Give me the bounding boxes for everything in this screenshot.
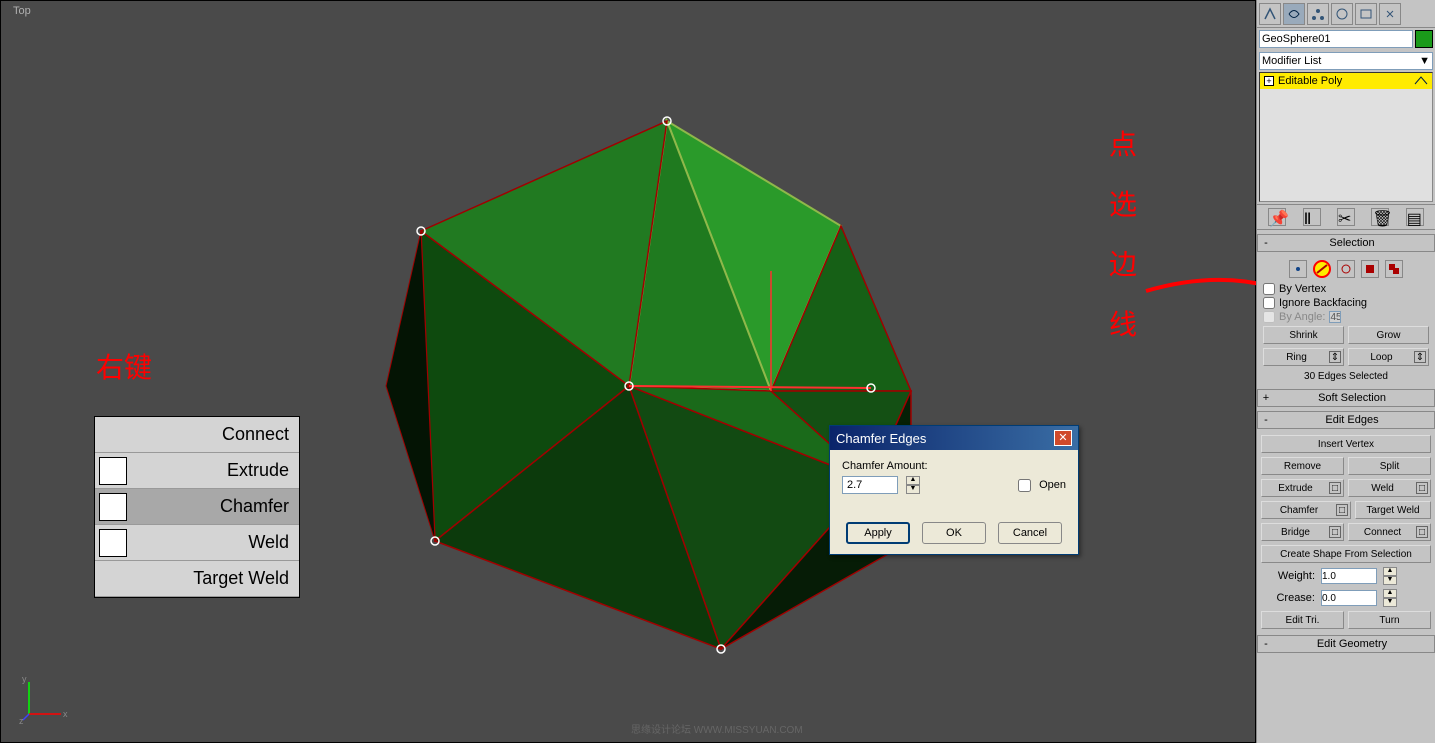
create-shape-button[interactable]: Create Shape From Selection xyxy=(1261,545,1431,563)
loop-button[interactable]: Loop⇕ xyxy=(1348,348,1429,366)
display-tab-icon[interactable] xyxy=(1355,3,1377,25)
chamfer-button[interactable]: Chamfer□ xyxy=(1261,501,1351,519)
svg-text:x: x xyxy=(63,709,68,719)
edge-subobj-icon xyxy=(1414,76,1428,86)
pin-stack-icon[interactable]: 📌 xyxy=(1268,208,1286,226)
modify-tab-icon[interactable] xyxy=(1283,3,1305,25)
stack-toolbar: 📌 Ⅱ ✂ 🗑 ▤ xyxy=(1257,204,1435,230)
annotation-right-click: 右键 xyxy=(96,346,152,386)
modifier-list-dropdown[interactable]: Modifier List▼ xyxy=(1259,52,1433,70)
open-label: Open xyxy=(1039,479,1066,491)
chamfer-amount-input[interactable] xyxy=(842,476,898,494)
ignore-backfacing-checkbox[interactable] xyxy=(1263,297,1275,309)
show-result-icon[interactable]: Ⅱ xyxy=(1303,208,1321,226)
create-tab-icon[interactable] xyxy=(1259,3,1281,25)
edit-edges-rollout-header[interactable]: -Edit Edges xyxy=(1257,411,1435,429)
context-menu: Connect Extrude Chamfer Weld Target Weld xyxy=(94,416,300,598)
crease-input[interactable] xyxy=(1321,590,1377,606)
connect-settings-icon[interactable]: □ xyxy=(1416,526,1428,538)
context-menu-weld[interactable]: Weld xyxy=(95,525,299,561)
crease-spinner[interactable]: ▲▼ xyxy=(1383,589,1397,607)
cancel-button[interactable]: Cancel xyxy=(998,522,1062,544)
context-menu-target-weld[interactable]: Target Weld xyxy=(95,561,299,597)
element-subobj-icon[interactable] xyxy=(1385,260,1403,278)
target-weld-button[interactable]: Target Weld xyxy=(1355,501,1431,519)
dialog-titlebar[interactable]: Chamfer Edges ✕ xyxy=(830,426,1078,450)
connect-button[interactable]: Connect□ xyxy=(1348,523,1431,541)
open-checkbox[interactable] xyxy=(1018,479,1031,492)
chamfer-amount-label: Chamfer Amount: xyxy=(842,460,1066,472)
bridge-button[interactable]: Bridge□ xyxy=(1261,523,1344,541)
weight-spinner[interactable]: ▲▼ xyxy=(1383,567,1397,585)
motion-tab-icon[interactable] xyxy=(1331,3,1353,25)
make-unique-icon[interactable]: ✂ xyxy=(1337,208,1355,226)
insert-vertex-button[interactable]: Insert Vertex xyxy=(1261,435,1431,453)
viewport-label: Top xyxy=(13,5,31,17)
remove-modifier-icon[interactable]: 🗑 xyxy=(1371,208,1389,226)
by-angle-checkbox[interactable] xyxy=(1263,311,1275,323)
ok-button[interactable]: OK xyxy=(922,522,986,544)
configure-sets-icon[interactable]: ▤ xyxy=(1406,208,1424,226)
svg-text:y: y xyxy=(22,674,27,684)
geosphere-mesh[interactable] xyxy=(371,101,931,671)
axis-gizmo: y x z xyxy=(19,674,69,724)
loop-spinner-icon[interactable]: ⇕ xyxy=(1414,351,1426,363)
context-menu-connect[interactable]: Connect xyxy=(95,417,299,453)
border-subobj-icon[interactable] xyxy=(1337,260,1355,278)
dialog-title: Chamfer Edges xyxy=(836,431,926,446)
chamfer-settings-icon[interactable]: □ xyxy=(1336,504,1348,516)
context-menu-chamfer[interactable]: Chamfer xyxy=(95,489,299,525)
modifier-stack[interactable]: + Editable Poly xyxy=(1259,72,1433,202)
ring-spinner-icon[interactable]: ⇕ xyxy=(1329,351,1341,363)
selection-status: 30 Edges Selected xyxy=(1263,368,1429,385)
expand-icon[interactable]: + xyxy=(1264,76,1274,86)
chamfer-dialog: Chamfer Edges ✕ Chamfer Amount: ▲▼ Open … xyxy=(829,425,1079,555)
chevron-down-icon: ▼ xyxy=(1419,55,1430,67)
command-panel: Modifier List▼ + Editable Poly 📌 Ⅱ ✂ 🗑 ▤… xyxy=(1256,0,1435,743)
by-angle-input xyxy=(1329,311,1341,323)
selection-rollout: -Selection By Vertex Ignore Backfacing B… xyxy=(1257,234,1435,389)
context-menu-extrude[interactable]: Extrude xyxy=(95,453,299,489)
remove-button[interactable]: Remove xyxy=(1261,457,1344,475)
hierarchy-tab-icon[interactable] xyxy=(1307,3,1329,25)
edge-subobj-icon[interactable] xyxy=(1313,260,1331,278)
extrude-settings-icon[interactable]: □ xyxy=(1329,482,1341,494)
edit-geometry-rollout-header[interactable]: -Edit Geometry xyxy=(1257,635,1435,653)
turn-button[interactable]: Turn xyxy=(1348,611,1431,629)
weld-settings-icon[interactable]: □ xyxy=(1416,482,1428,494)
viewport-top[interactable]: Top y x z 右键 点选边线 思缘 xyxy=(0,0,1256,743)
object-name-input[interactable] xyxy=(1259,30,1413,48)
extrude-button[interactable]: Extrude□ xyxy=(1261,479,1344,497)
soft-selection-rollout-header[interactable]: +Soft Selection xyxy=(1257,389,1435,407)
spinner[interactable]: ▲▼ xyxy=(906,476,920,494)
vertex-subobj-icon[interactable] xyxy=(1289,260,1307,278)
edit-tri-button[interactable]: Edit Tri. xyxy=(1261,611,1344,629)
apply-button[interactable]: Apply xyxy=(846,522,910,544)
command-panel-tabs xyxy=(1257,0,1435,28)
annotation-select-edge: 点选边线 xyxy=(1109,116,1139,356)
bridge-settings-icon[interactable]: □ xyxy=(1329,526,1341,538)
stack-item-editable-poly[interactable]: + Editable Poly xyxy=(1260,73,1432,89)
close-icon[interactable]: ✕ xyxy=(1054,430,1072,446)
ring-button[interactable]: Ring⇕ xyxy=(1263,348,1344,366)
polygon-subobj-icon[interactable] xyxy=(1361,260,1379,278)
selection-rollout-header[interactable]: -Selection xyxy=(1257,234,1435,252)
object-color-swatch[interactable] xyxy=(1415,30,1433,48)
grow-button[interactable]: Grow xyxy=(1348,326,1429,344)
weight-input[interactable] xyxy=(1321,568,1377,584)
footer-watermark: 思缘设计论坛 WWW.MISSYUAN.COM xyxy=(631,721,803,736)
by-vertex-checkbox[interactable] xyxy=(1263,283,1275,295)
weld-button[interactable]: Weld□ xyxy=(1348,479,1431,497)
edit-edges-rollout: -Edit Edges Insert Vertex Remove Split E… xyxy=(1257,411,1435,635)
shrink-button[interactable]: Shrink xyxy=(1263,326,1344,344)
svg-text:z: z xyxy=(19,716,24,724)
split-button[interactable]: Split xyxy=(1348,457,1431,475)
utilities-tab-icon[interactable] xyxy=(1379,3,1401,25)
